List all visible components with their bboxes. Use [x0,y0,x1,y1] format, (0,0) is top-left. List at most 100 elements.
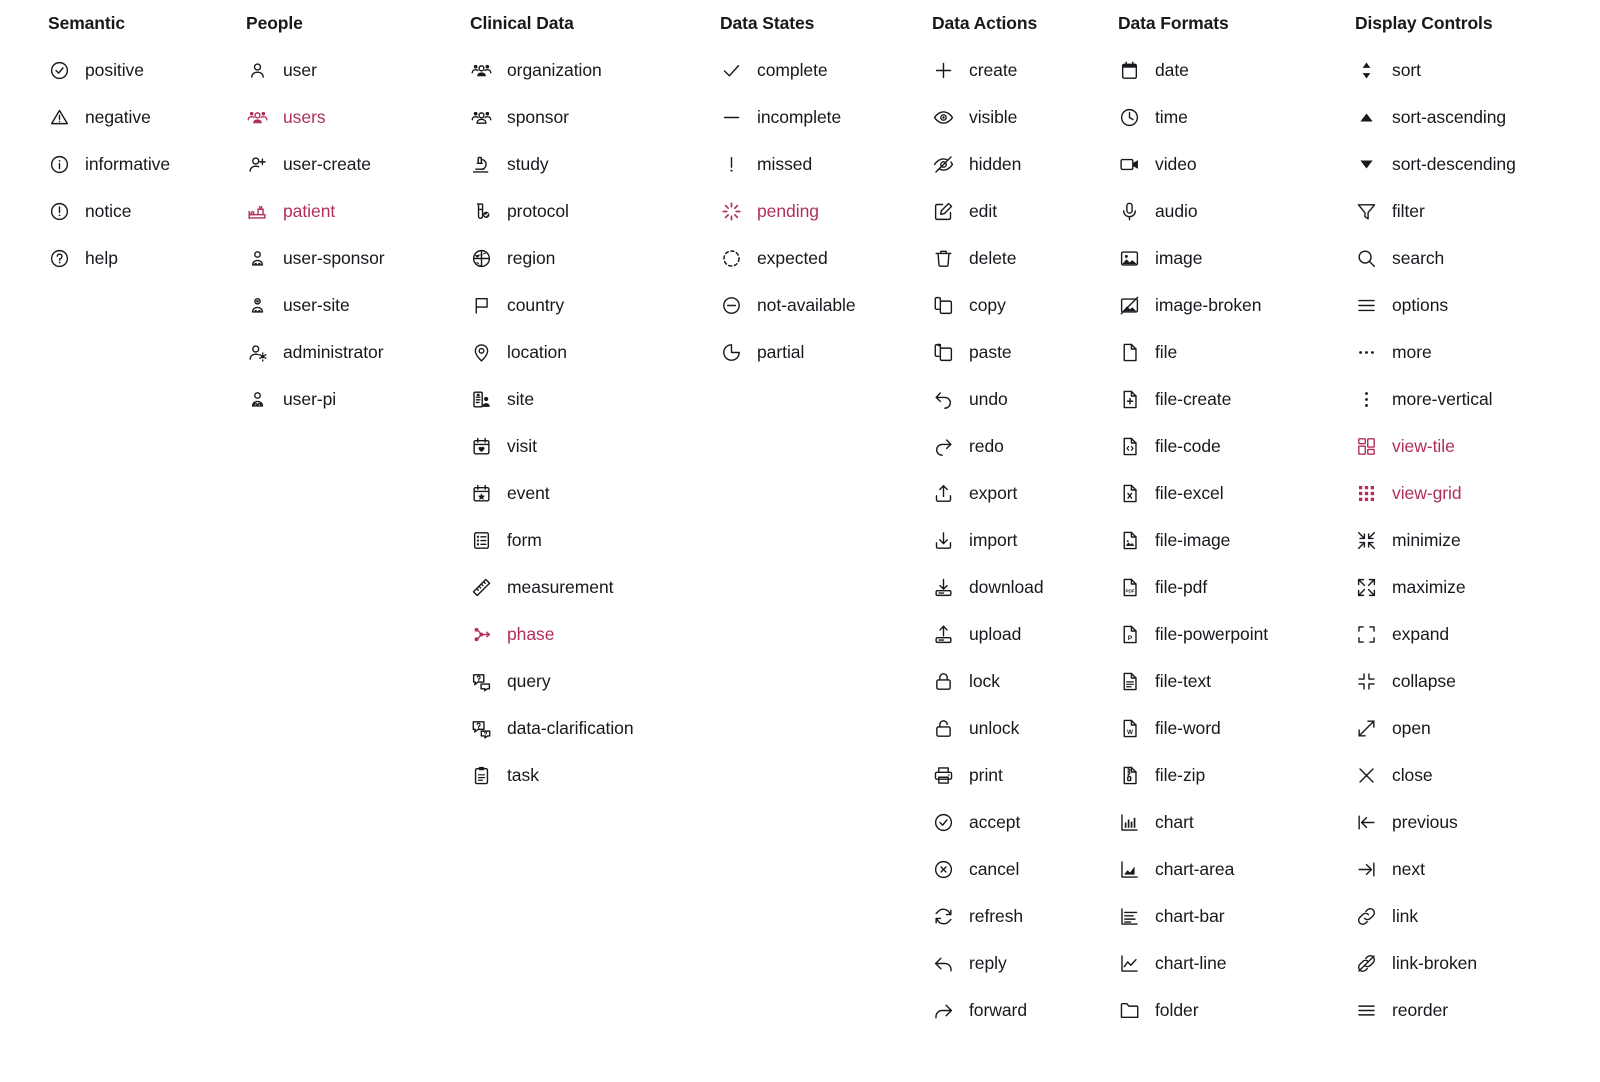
icon-row[interactable]: paste [932,329,1112,376]
icon-row[interactable]: edit [932,188,1112,235]
icon-row[interactable]: unlock [932,705,1112,752]
icon-row[interactable]: study [470,141,710,188]
icon-row[interactable]: query [470,658,710,705]
icon-row[interactable]: previous [1355,799,1595,846]
icon-row[interactable]: file-code [1118,423,1348,470]
icon-row[interactable]: open [1355,705,1595,752]
icon-row[interactable]: phase [470,611,710,658]
icon-row[interactable]: visit [470,423,710,470]
icon-row[interactable]: positive [48,47,238,94]
icon-row[interactable]: location [470,329,710,376]
icon-row[interactable]: administrator [246,329,461,376]
icon-row[interactable]: hidden [932,141,1112,188]
icon-row[interactable]: partial [720,329,920,376]
icon-row[interactable]: image [1118,235,1348,282]
icon-row[interactable]: expand [1355,611,1595,658]
icon-row[interactable]: PDF file-pdf [1118,564,1348,611]
icon-row[interactable]: user-sponsor [246,235,461,282]
icon-row[interactable]: audio [1118,188,1348,235]
icon-row[interactable]: sort [1355,47,1595,94]
icon-row[interactable]: Pfile-powerpoint [1118,611,1348,658]
icon-row[interactable]: date [1118,47,1348,94]
icon-row[interactable]: lock [932,658,1112,705]
icon-row[interactable]: help [48,235,238,282]
icon-row[interactable]: link [1355,893,1595,940]
icon-row[interactable]: next [1355,846,1595,893]
icon-row[interactable]: undo [932,376,1112,423]
icon-row[interactable]: more [1355,329,1595,376]
icon-row[interactable]: upload [932,611,1112,658]
icon-row[interactable]: data-clarification [470,705,710,752]
icon-row[interactable]: file-create [1118,376,1348,423]
icon-row[interactable]: pending [720,188,920,235]
icon-row[interactable]: maximize [1355,564,1595,611]
icon-row[interactable]: copy [932,282,1112,329]
icon-row[interactable]: user [246,47,461,94]
icon-row[interactable]: filter [1355,188,1595,235]
icon-row[interactable]: visible [932,94,1112,141]
icon-row[interactable]: country [470,282,710,329]
icon-row[interactable]: not-available [720,282,920,329]
icon-row[interactable]: import [932,517,1112,564]
icon-row[interactable]: expected [720,235,920,282]
icon-row[interactable]: file-zip [1118,752,1348,799]
icon-row[interactable]: sort-ascending [1355,94,1595,141]
icon-row[interactable]: download [932,564,1112,611]
icon-row[interactable]: reply [932,940,1112,987]
icon-row[interactable]: user-create [246,141,461,188]
icon-row[interactable]: cancel [932,846,1112,893]
icon-row[interactable]: missed [720,141,920,188]
icon-row[interactable]: delete [932,235,1112,282]
icon-row[interactable]: user-site [246,282,461,329]
icon-row[interactable]: time [1118,94,1348,141]
icon-row[interactable]: file [1118,329,1348,376]
icon-row[interactable]: form [470,517,710,564]
icon-row[interactable]: refresh [932,893,1112,940]
icon-row[interactable]: view-tile [1355,423,1595,470]
icon-row[interactable]: complete [720,47,920,94]
icon-row[interactable]: more-vertical [1355,376,1595,423]
icon-row[interactable]: chart-line [1118,940,1348,987]
icon-row[interactable]: file-excel [1118,470,1348,517]
icon-row[interactable]: incomplete [720,94,920,141]
icon-row[interactable]: forward [932,987,1112,1034]
icon-row[interactable]: task [470,752,710,799]
icon-row[interactable]: image-broken [1118,282,1348,329]
file-plus-icon [1118,389,1140,411]
icon-row[interactable]: link-broken [1355,940,1595,987]
icon-row[interactable]: print [932,752,1112,799]
icon-row[interactable]: file-image [1118,517,1348,564]
icon-row[interactable]: sponsor [470,94,710,141]
icon-row[interactable]: organization [470,47,710,94]
icon-row[interactable]: collapse [1355,658,1595,705]
icon-row[interactable]: close [1355,752,1595,799]
icon-row[interactable]: measurement [470,564,710,611]
icon-row[interactable]: create [932,47,1112,94]
icon-row[interactable]: negative [48,94,238,141]
icon-row[interactable]: reorder [1355,987,1595,1034]
icon-row[interactable]: chart-area [1118,846,1348,893]
icon-row[interactable]: patient [246,188,461,235]
icon-row[interactable]: event [470,470,710,517]
icon-row[interactable]: sort-descending [1355,141,1595,188]
icon-row[interactable]: informative [48,141,238,188]
icon-row[interactable]: view-grid [1355,470,1595,517]
icon-row[interactable]: export [932,470,1112,517]
icon-row[interactable]: redo [932,423,1112,470]
icon-row[interactable]: protocol [470,188,710,235]
icon-row[interactable]: user-pi [246,376,461,423]
icon-row[interactable]: Wfile-word [1118,705,1348,752]
icon-row[interactable]: chart [1118,799,1348,846]
icon-row[interactable]: chart-bar [1118,893,1348,940]
icon-row[interactable]: file-text [1118,658,1348,705]
icon-row[interactable]: site [470,376,710,423]
icon-row[interactable]: users [246,94,461,141]
icon-row[interactable]: folder [1118,987,1348,1034]
icon-row[interactable]: video [1118,141,1348,188]
icon-row[interactable]: notice [48,188,238,235]
icon-row[interactable]: search [1355,235,1595,282]
icon-row[interactable]: accept [932,799,1112,846]
icon-row[interactable]: minimize [1355,517,1595,564]
icon-row[interactable]: region [470,235,710,282]
icon-row[interactable]: options [1355,282,1595,329]
